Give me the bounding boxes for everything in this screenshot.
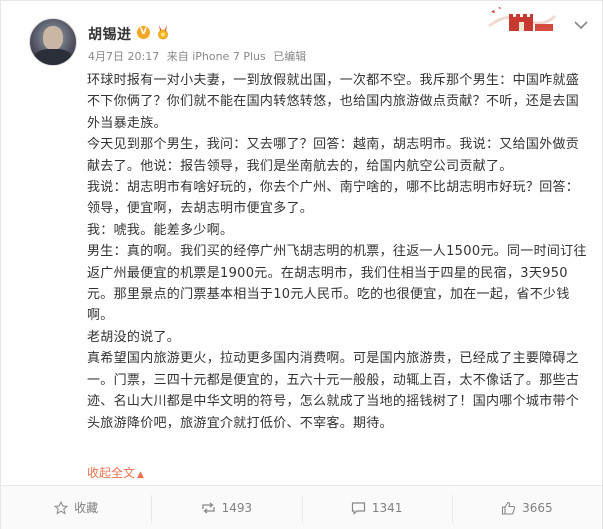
collapse-label: 收起全文 (87, 466, 136, 480)
thumbs-up-icon (502, 501, 516, 515)
avatar-face (43, 26, 63, 50)
like-button[interactable]: 3665 (451, 494, 602, 523)
post-paragraph: 真希望国内旅游更火，拉动更多国内消费啊。可是国内旅游贵，已经成了主要障碍之一。门… (87, 351, 580, 431)
comment-icon (351, 501, 365, 515)
post-paragraph: 我：唬我。能差多少啊。 (87, 222, 234, 238)
post-paragraph: 我说：胡志明市有啥好玩的，你去个广州、南宁啥的，哪不比胡志明市好玩？回答：领导，… (87, 180, 580, 217)
post-edited-label[interactable]: 已编辑 (273, 50, 306, 63)
avatar-body (34, 49, 72, 65)
post-time[interactable]: 4月7日 20:17 (88, 50, 159, 63)
user-avatar[interactable] (29, 18, 77, 66)
action-bar: 收藏 1493 1341 3665 (1, 485, 602, 529)
repost-button[interactable]: 1493 (151, 494, 301, 523)
post-source: 来自 iPhone 7 Plus (166, 50, 266, 63)
medal-icon[interactable] (155, 24, 171, 40)
post-paragraph: 老胡没的说了。 (87, 329, 181, 345)
post-paragraph: 今天见到那个男生，我问：又去哪了？回答：越南，胡志明市。我说：又给国外做贡献去了… (87, 137, 580, 174)
verified-v-icon: V (137, 26, 150, 39)
chevron-down-icon[interactable] (574, 20, 588, 30)
comment-button[interactable]: 1341 (301, 494, 452, 523)
favorite-button[interactable]: 收藏 (1, 499, 151, 516)
post-meta: 4月7日 20:17 来自 iPhone 7 Plus 已编辑 (88, 48, 306, 64)
chevron-up-icon: ▲ (137, 470, 144, 480)
user-name[interactable]: 胡锡进 (88, 24, 132, 44)
post-text: 环球时报有一对小夫妻，一到放假就出国，一次都不空。我斥那个男生：中国咋就盛不下你… (87, 70, 587, 434)
weibo-post-card: 胡锡进 V 4月7日 20:17 来自 iPhone 7 Plus 已编辑 环球… (0, 0, 603, 529)
like-count: 3665 (522, 500, 553, 515)
collapse-text-link[interactable]: 收起全文 ▲ (87, 464, 144, 481)
post-paragraph: 环球时报有一对小夫妻，一到放假就出国，一次都不空。我斥那个男生：中国咋就盛不下你… (87, 73, 580, 131)
post-paragraph: 男生：真的啊。我们买的经停广州飞胡志明的机票，往返一人1500元。同一时间订往返… (87, 244, 587, 324)
comment-count: 1341 (371, 500, 403, 515)
favorite-label: 收藏 (74, 501, 99, 515)
repost-count: 1493 (221, 500, 253, 515)
repost-icon (201, 501, 215, 514)
star-icon (54, 500, 69, 515)
great-wall-banner (488, 7, 557, 31)
